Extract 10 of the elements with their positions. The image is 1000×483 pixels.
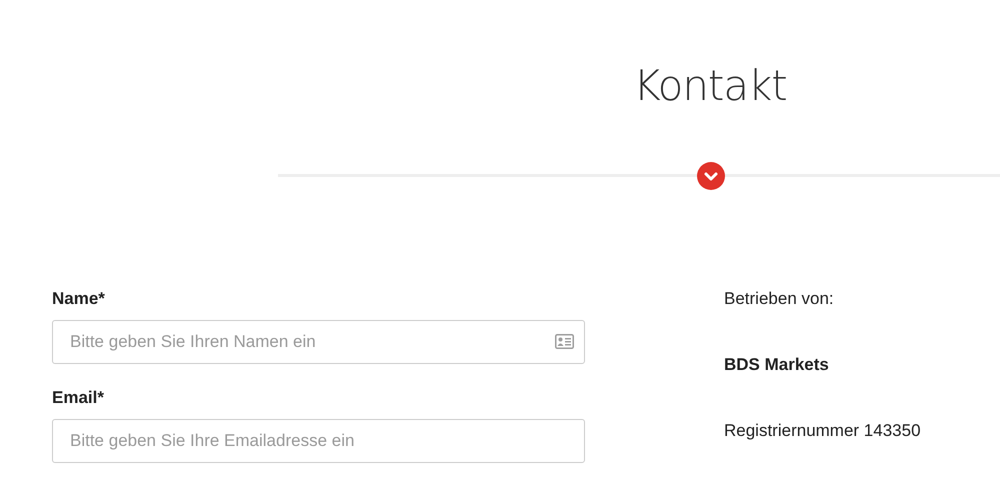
page-heading: Kontakt [632, 60, 788, 112]
contact-card-icon [555, 334, 574, 349]
info-text: Betrieben von: [724, 288, 835, 310]
info-text: BDS Markets [724, 354, 830, 376]
chevron-down-icon [697, 162, 725, 190]
field-label: Email* [52, 387, 105, 409]
field-label: Name* [52, 288, 106, 310]
input-field[interactable]: Bitte geben Sie Ihren Namen ein [52, 320, 585, 364]
input-field[interactable]: Bitte geben Sie Ihre Emailadresse ein [52, 419, 585, 463]
info-text: Registriernummer 143350 [724, 420, 922, 442]
